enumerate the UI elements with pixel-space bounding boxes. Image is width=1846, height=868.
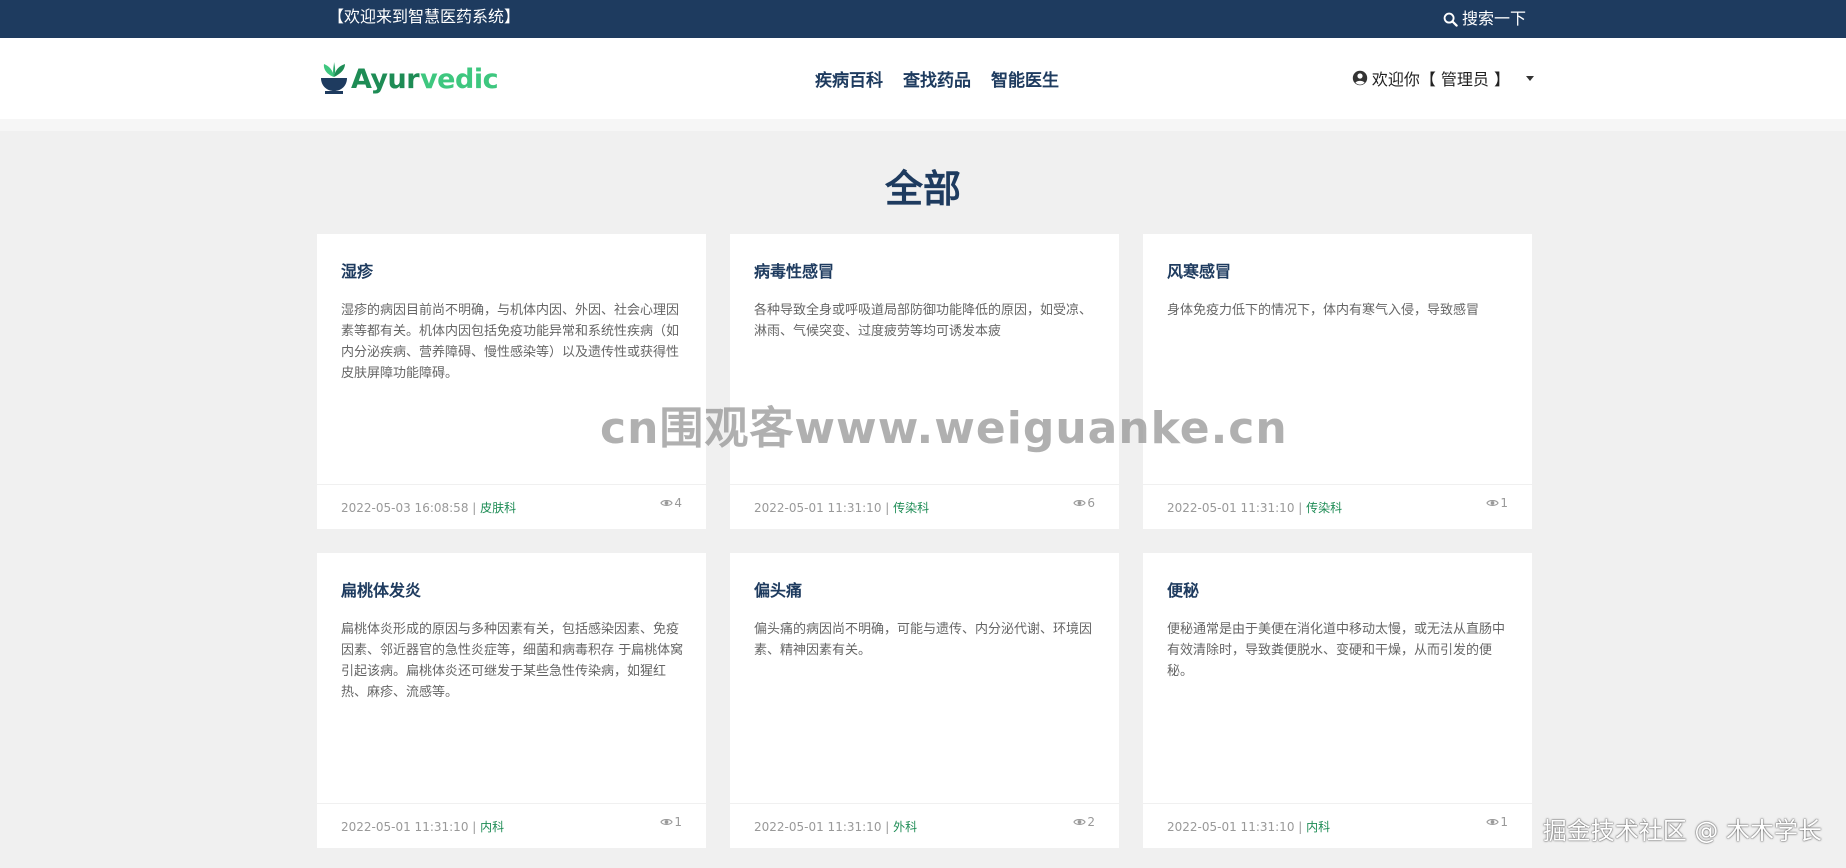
header-divider — [0, 119, 1846, 131]
card-footer: 2022-05-01 11:31:10 | 传染科 1 — [1143, 484, 1532, 529]
eye-icon — [1486, 819, 1500, 825]
card-meta: 2022-05-01 11:31:10 | 内科 — [1167, 820, 1331, 834]
user-greeting: 欢迎你【 管理员 】 — [1371, 70, 1510, 89]
top-bar: 【欢迎来到智慧医药系统】 搜索一下 — [0, 0, 1846, 38]
card-footer: 2022-05-01 11:31:10 | 传染科 6 — [730, 484, 1119, 529]
header: Ayur vedic 疾病百科 查找药品 智能医生 欢迎你【 管理员 】 — [0, 38, 1846, 119]
view-count: 1 — [1500, 496, 1508, 510]
welcome-text: 【欢迎来到智慧医药系统】 — [328, 7, 521, 26]
user-circle-icon — [1352, 70, 1368, 86]
logo-text-vedic: vedic — [420, 63, 499, 95]
card-title[interactable]: 湿疹 — [341, 258, 373, 282]
card-meta: 2022-05-01 11:31:10 | 传染科 — [1167, 501, 1343, 515]
card-description: 扁桃体炎形成的原因与多种因素有关，包括感染因素、免疫因素、邻近器官的急性炎症等，… — [341, 622, 684, 700]
card-meta: 2022-05-01 11:31:10 | 内科 — [341, 820, 505, 834]
leaf-bowl-icon — [321, 62, 347, 94]
card-footer: 2022-05-03 16:08:58 | 皮肤科 4 — [317, 484, 706, 529]
card-footer: 2022-05-01 11:31:10 | 内科 1 — [1143, 803, 1532, 848]
card-date: 2022-05-01 11:31:10 — [1167, 501, 1295, 515]
card-category[interactable]: 内科 — [1306, 820, 1330, 834]
card-footer: 2022-05-01 11:31:10 | 外科 2 — [730, 803, 1119, 848]
eye-icon — [1073, 819, 1087, 825]
caret-down-icon — [1526, 75, 1534, 81]
card-meta: 2022-05-01 11:31:10 | 外科 — [754, 820, 918, 834]
card-description: 湿疹的病因目前尚不明确，与机体内因、外因、社会心理因素等都有关。机体内因包括免疫… — [341, 303, 680, 381]
search-icon — [1443, 12, 1458, 27]
eye-icon — [660, 500, 674, 506]
view-count: 4 — [674, 496, 682, 510]
user-menu[interactable]: 欢迎你【 管理员 】 — [1352, 66, 1534, 90]
eye-icon — [1073, 500, 1087, 506]
card-category[interactable]: 皮肤科 — [480, 501, 516, 515]
card-date: 2022-05-01 11:31:10 — [341, 820, 469, 834]
card-views: 6 — [1073, 496, 1095, 510]
card-title[interactable]: 偏头痛 — [754, 577, 802, 601]
disease-card[interactable]: 湿疹 湿疹的病因目前尚不明确，与机体内因、外因、社会心理因素等都有关。机体内因包… — [317, 234, 706, 529]
card-title[interactable]: 便秘 — [1167, 577, 1199, 601]
section-title: 全部 — [884, 167, 961, 211]
view-count: 1 — [674, 815, 682, 829]
disease-card[interactable]: 风寒感冒 身体免疫力低下的情况下，体内有寒气入侵，导致感冒 2022-05-01… — [1143, 234, 1532, 529]
card-title[interactable]: 病毒性感冒 — [754, 258, 834, 282]
card-views: 1 — [1486, 815, 1508, 829]
card-views: 2 — [1073, 815, 1095, 829]
card-date: 2022-05-01 11:31:10 — [754, 501, 882, 515]
view-count: 1 — [1500, 815, 1508, 829]
card-category[interactable]: 内科 — [480, 820, 504, 834]
logo-text-ayur: Ayur — [351, 63, 420, 95]
card-views: 1 — [1486, 496, 1508, 510]
card-description: 各种导致全身或呼吸道局部防御功能降低的原因，如受凉、淋雨、气候突变、过度疲劳等均… — [754, 303, 1093, 339]
card-title[interactable]: 风寒感冒 — [1167, 258, 1231, 282]
view-count: 2 — [1087, 815, 1095, 829]
card-description: 便秘通常是由于美便在消化道中移动太慢，或无法从直肠中有效清除时，导致粪便脱水、变… — [1167, 622, 1506, 679]
card-footer: 2022-05-01 11:31:10 | 内科 1 — [317, 803, 706, 848]
card-description: 身体免疫力低下的情况下，体内有寒气入侵，导致感冒 — [1167, 303, 1480, 318]
card-views: 4 — [660, 496, 682, 510]
logo[interactable]: Ayur vedic — [318, 58, 499, 100]
card-title[interactable]: 扁桃体发炎 — [341, 577, 421, 601]
card-meta: 2022-05-03 16:08:58 | 皮肤科 — [341, 501, 517, 515]
nav-item-smart-doctor[interactable]: 智能医生 — [991, 66, 1059, 91]
nav-item-disease-encyclopedia[interactable]: 疾病百科 — [815, 66, 883, 91]
card-date: 2022-05-01 11:31:10 — [1167, 820, 1295, 834]
disease-card[interactable]: 病毒性感冒 各种导致全身或呼吸道局部防御功能降低的原因，如受凉、淋雨、气候突变、… — [730, 234, 1119, 529]
card-category[interactable]: 传染科 — [893, 501, 929, 515]
credit-text: 掘金技术社区 @ 木木学长 — [1542, 817, 1822, 845]
card-meta: 2022-05-01 11:31:10 | 传染科 — [754, 501, 930, 515]
eye-icon — [660, 819, 674, 825]
search-label: 搜索一下 — [1461, 9, 1526, 28]
view-count: 6 — [1087, 496, 1095, 510]
card-category[interactable]: 传染科 — [1306, 501, 1342, 515]
card-date: 2022-05-03 16:08:58 — [341, 501, 469, 515]
watermark-text: cn围观客www.weiguanke.cn — [600, 403, 1288, 454]
disease-card[interactable]: 便秘 便秘通常是由于美便在消化道中移动太慢，或无法从直肠中有效清除时，导致粪便脱… — [1143, 553, 1532, 848]
card-category[interactable]: 外科 — [893, 820, 917, 834]
disease-card[interactable]: 扁桃体发炎 扁桃体炎形成的原因与多种因素有关，包括感染因素、免疫因素、邻近器官的… — [317, 553, 706, 848]
card-date: 2022-05-01 11:31:10 — [754, 820, 882, 834]
card-description: 偏头痛的病因尚不明确，可能与遗传、内分泌代谢、环境因素、精神因素有关。 — [754, 622, 1093, 658]
search-link[interactable]: 搜索一下 — [1443, 0, 1526, 38]
main-nav: 疾病百科 查找药品 智能医生 — [815, 66, 1059, 91]
eye-icon — [1486, 500, 1500, 506]
disease-card[interactable]: 偏头痛 偏头痛的病因尚不明确，可能与遗传、内分泌代谢、环境因素、精神因素有关。 … — [730, 553, 1119, 848]
nav-item-find-medicine[interactable]: 查找药品 — [903, 66, 971, 91]
card-views: 1 — [660, 815, 682, 829]
